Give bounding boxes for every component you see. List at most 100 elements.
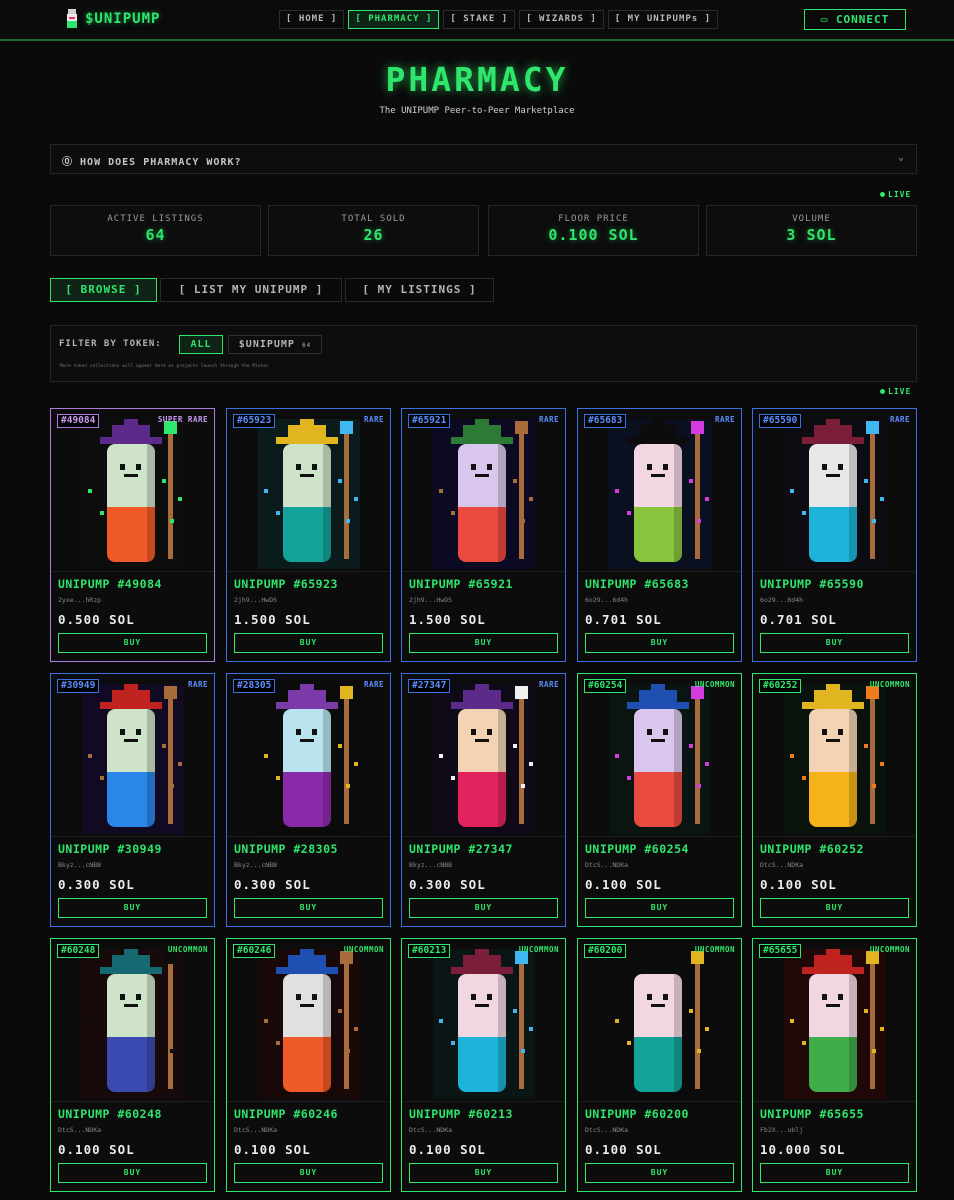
connect-wallet-button[interactable]: ▭ CONNECT — [804, 9, 906, 30]
listing-name[interactable]: UNIPUMP #65683 — [585, 577, 689, 591]
listing-name[interactable]: UNIPUMP #60248 — [58, 1107, 162, 1121]
listing-price: 0.100 SOL — [585, 1142, 662, 1157]
nav-wizards[interactable]: [ WIZARDS ] — [519, 10, 604, 29]
stat-value: 3 SOL — [786, 226, 837, 244]
sparkle-icon — [162, 744, 166, 748]
tab-list-my-unipump[interactable]: [ LIST MY UNIPUMP ] — [160, 278, 342, 302]
listing-card[interactable]: #28305 RARE UNIPUMP #28305 Bkyz...cNBB 0… — [226, 673, 391, 927]
listing-name[interactable]: UNIPUMP #28305 — [234, 842, 338, 856]
listing-name[interactable]: UNIPUMP #65590 — [760, 577, 864, 591]
listing-name[interactable]: UNIPUMP #65923 — [234, 577, 338, 591]
nav-stake[interactable]: [ STAKE ] — [443, 10, 516, 29]
wizard-hat-brim — [802, 967, 864, 974]
rarity-badge: UNCOMMON — [343, 945, 384, 954]
buy-button[interactable]: BUY — [760, 898, 909, 918]
seller-address: Bkyz...cNBB — [58, 861, 102, 869]
listing-name[interactable]: UNIPUMP #60254 — [585, 842, 689, 856]
listing-card[interactable]: #30949 RARE UNIPUMP #30949 Bkyz...cNBB 0… — [50, 673, 215, 927]
buy-button[interactable]: BUY — [585, 1163, 734, 1183]
sparkle-icon — [276, 1041, 280, 1045]
token-id-badge: #60252 — [759, 679, 802, 693]
buy-button[interactable]: BUY — [58, 898, 207, 918]
nav-home[interactable]: [ HOME ] — [279, 10, 345, 29]
sparkle-icon — [521, 784, 525, 788]
listing-name[interactable]: UNIPUMP #49084 — [58, 577, 162, 591]
buy-button[interactable]: BUY — [760, 1163, 909, 1183]
listing-name[interactable]: UNIPUMP #60200 — [585, 1107, 689, 1121]
listing-card[interactable]: #60200 UNCOMMON UNIPUMP #60200 DtcS...ND… — [577, 938, 742, 1192]
buy-button[interactable]: BUY — [585, 898, 734, 918]
unipump-art — [753, 674, 916, 837]
listing-card[interactable]: #65590 RARE UNIPUMP #65590 6o29...6d4h 0… — [752, 408, 917, 662]
listing-card[interactable]: #65683 RARE UNIPUMP #65683 6o29...6d4h 0… — [577, 408, 742, 662]
listing-name[interactable]: UNIPUMP #60252 — [760, 842, 864, 856]
buy-button[interactable]: BUY — [234, 1163, 383, 1183]
wizard-hat-brim — [627, 967, 689, 974]
listing-card[interactable]: #60252 UNCOMMON UNIPUMP #60252 DtcS...ND… — [752, 673, 917, 927]
pill-body — [458, 974, 506, 1092]
listing-card[interactable]: #65655 UNCOMMON UNIPUMP #65655 Fb2X...ub… — [752, 938, 917, 1192]
token-id-badge: #60200 — [584, 944, 627, 958]
sparkle-icon — [513, 479, 517, 483]
filter-all-chip[interactable]: ALL — [179, 335, 223, 354]
sparkle-icon — [627, 776, 631, 780]
buy-button[interactable]: BUY — [760, 633, 909, 653]
listing-name[interactable]: UNIPUMP #60246 — [234, 1107, 338, 1121]
logo[interactable]: $UNIPUMP — [66, 9, 160, 29]
listing-card[interactable]: #60254 UNCOMMON UNIPUMP #60254 DtcS...ND… — [577, 673, 742, 927]
pixel-pill-image — [433, 419, 535, 569]
sparkle-icon — [178, 497, 182, 501]
buy-button[interactable]: BUY — [409, 898, 558, 918]
seller-address: 6o29...6d4h — [585, 596, 629, 604]
filter-unipump-label: $UNIPUMP — [238, 339, 295, 350]
listing-card[interactable]: #60213 UNCOMMON UNIPUMP #60213 DtcS...ND… — [401, 938, 566, 1192]
unipump-art — [51, 939, 214, 1102]
seller-address: DtcS...NDKa — [409, 1126, 453, 1134]
buy-button[interactable]: BUY — [58, 633, 207, 653]
rarity-badge: RARE — [889, 415, 910, 424]
buy-button[interactable]: BUY — [585, 633, 734, 653]
staff-gem-icon — [340, 421, 353, 434]
unipump-art — [578, 939, 741, 1102]
buy-button[interactable]: BUY — [234, 633, 383, 653]
buy-button[interactable]: BUY — [234, 898, 383, 918]
unipump-art — [753, 939, 916, 1102]
buy-button[interactable]: BUY — [58, 1163, 207, 1183]
wizard-staff — [344, 696, 349, 824]
listing-card[interactable]: #49084 SUPER RARE UNIPUMP #49084 2yxe...… — [50, 408, 215, 662]
buy-button[interactable]: BUY — [409, 633, 558, 653]
pixel-pill-image — [433, 949, 535, 1099]
listing-card[interactable]: #65923 RARE UNIPUMP #65923 2jh9...HwD5 1… — [226, 408, 391, 662]
listing-card[interactable]: #27347 RARE UNIPUMP #27347 Bkyz...cNBB 0… — [401, 673, 566, 927]
listing-name[interactable]: UNIPUMP #27347 — [409, 842, 513, 856]
stat-label: TOTAL SOLD — [341, 214, 406, 224]
listing-name[interactable]: UNIPUMP #65655 — [760, 1107, 864, 1121]
listing-card[interactable]: #60246 UNCOMMON UNIPUMP #60246 DtcS...ND… — [226, 938, 391, 1192]
pixel-pill-image — [609, 684, 711, 834]
listing-card[interactable]: #65921 RARE UNIPUMP #65921 2jh9...HwD5 1… — [401, 408, 566, 662]
listing-name[interactable]: UNIPUMP #60213 — [409, 1107, 513, 1121]
page-title: PHARMACY — [385, 60, 569, 99]
sparkle-icon — [170, 784, 174, 788]
sparkle-icon — [689, 1009, 693, 1013]
listing-price: 0.701 SOL — [760, 612, 837, 627]
listing-price: 0.100 SOL — [58, 1142, 135, 1157]
listing-name[interactable]: UNIPUMP #65921 — [409, 577, 513, 591]
sparkle-icon — [689, 479, 693, 483]
tab-browse[interactable]: [ BROWSE ] — [50, 278, 157, 302]
wizard-staff — [870, 431, 875, 559]
how-it-works-accordion[interactable]: ⓪ HOW DOES PHARMACY WORK? ⌄ — [50, 144, 917, 174]
how-it-works-label: HOW DOES PHARMACY WORK? — [80, 157, 242, 168]
tab-my-listings[interactable]: [ MY LISTINGS ] — [345, 278, 494, 302]
sparkle-icon — [802, 511, 806, 515]
sparkle-icon — [615, 1019, 619, 1023]
buy-button[interactable]: BUY — [409, 1163, 558, 1183]
pixel-pill-image — [784, 684, 886, 834]
pill-body — [458, 444, 506, 562]
nav-pharmacy[interactable]: [ PHARMACY ] — [348, 10, 440, 29]
unipump-art — [402, 409, 565, 572]
listing-name[interactable]: UNIPUMP #30949 — [58, 842, 162, 856]
listing-card[interactable]: #60248 UNCOMMON UNIPUMP #60248 DtcS...ND… — [50, 938, 215, 1192]
nav-my-unipumps[interactable]: [ MY UNIPUMPs ] — [607, 10, 719, 29]
filter-unipump-chip[interactable]: $UNIPUMP 64 — [228, 335, 322, 354]
